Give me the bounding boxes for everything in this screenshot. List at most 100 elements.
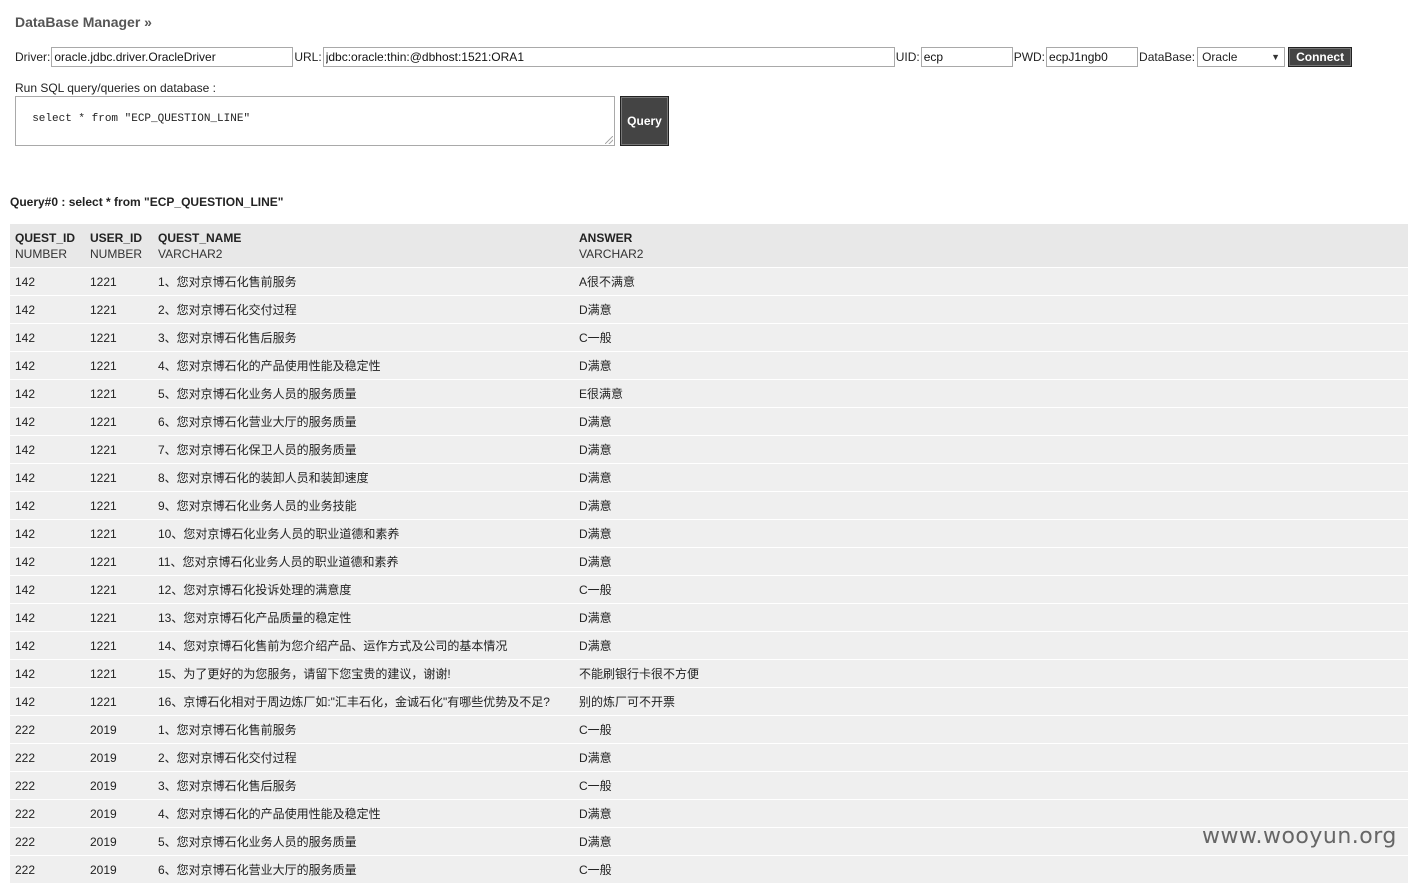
table-cell: D满意 (579, 303, 612, 317)
table-cell: 142 (15, 610, 36, 625)
database-select[interactable]: Oracle ▼ (1197, 47, 1286, 67)
table-cell: 1221 (90, 582, 117, 597)
table-row: 142 1221 4、您对京博石化的产品使用性能及稳定性 D满意 (10, 351, 1408, 379)
uid-input[interactable] (920, 47, 1013, 67)
table-cell: D满意 (579, 359, 612, 373)
table-cell: 222 (15, 806, 36, 821)
table-row: 142 1221 8、您对京博石化的装卸人员和装卸速度 D满意 (10, 463, 1408, 491)
table-row: 142 1221 13、您对京博石化产品质量的稳定性 D满意 (10, 603, 1408, 631)
table-cell: 1221 (90, 638, 117, 653)
pwd-label: PWD: (1013, 50, 1046, 64)
query-button[interactable]: Query (620, 96, 669, 146)
dropdown-arrow-icon: ▼ (1271, 52, 1281, 62)
table-cell: D满意 (579, 471, 612, 485)
table-cell: 9、您对京博石化业务人员的业务技能 (158, 499, 357, 513)
table-cell: 1、您对京博石化售前服务 (158, 723, 297, 737)
table-body: 142 1221 1、您对京博石化售前服务 A很不满意 142 1221 2、您对京博石化交… (10, 267, 1408, 883)
table-cell: C一般 (579, 779, 612, 793)
table-row: 142 1221 15、为了更好的为您服务，请留下您宝贵的建议，谢谢! 不能刷银行卡很… (10, 659, 1408, 687)
connect-button[interactable]: Connect (1288, 47, 1353, 67)
table-cell: 222 (15, 862, 36, 877)
table-cell: 15、为了更好的为您服务，请留下您宝贵的建议，谢谢! (158, 667, 451, 681)
table-cell: 222 (15, 834, 36, 849)
table-cell: 142 (15, 666, 36, 681)
table-cell: 142 (15, 442, 36, 457)
table-cell: 1221 (90, 274, 117, 289)
table-cell: 142 (15, 302, 36, 317)
driver-label: Driver: (15, 50, 51, 64)
table-cell: 222 (15, 750, 36, 765)
column-header: ANSWER VARCHAR2 (579, 230, 644, 261)
table-cell: 13、您对京博石化产品质量的稳定性 (158, 611, 352, 625)
table-cell: 1221 (90, 694, 117, 709)
table-cell: 11、您对京博石化业务人员的职业道德和素养 (158, 555, 399, 569)
table-cell: 2019 (90, 722, 117, 737)
table-cell: D满意 (579, 443, 612, 457)
table-cell: 1221 (90, 526, 117, 541)
table-row: 142 1221 12、您对京博石化投诉处理的满意度 C一般 (10, 575, 1408, 603)
table-cell: 2019 (90, 750, 117, 765)
column-header: QUEST_ID NUMBER (15, 230, 76, 261)
table-cell: 1221 (90, 442, 117, 457)
pwd-input[interactable] (1046, 47, 1139, 67)
table-cell: D满意 (579, 527, 612, 541)
driver-input[interactable] (51, 47, 294, 67)
column-header: USER_ID NUMBER (90, 230, 143, 261)
table-cell: 4、您对京博石化的产品使用性能及稳定性 (158, 359, 381, 373)
table-cell: 1221 (90, 610, 117, 625)
table-row: 142 1221 1、您对京博石化售前服务 A很不满意 (10, 267, 1408, 295)
table-cell: E很满意 (579, 387, 624, 401)
table-cell: C一般 (579, 863, 612, 877)
table-cell: A很不满意 (579, 275, 636, 289)
table-cell: 142 (15, 638, 36, 653)
table-cell: 142 (15, 694, 36, 709)
database-label: DataBase: (1139, 50, 1196, 64)
table-row: 222 2019 1、您对京博石化售前服务 C一般 (10, 715, 1408, 743)
table-cell: 222 (15, 778, 36, 793)
table-row: 222 2019 4、您对京博石化的产品使用性能及稳定性 D满意 (10, 799, 1408, 827)
sql-text: select * from "ECP_QUESTION_LINE" (32, 113, 251, 125)
table-cell: 142 (15, 358, 36, 373)
table-cell: 2、您对京博石化交付过程 (158, 751, 297, 765)
table-row: 222 2019 6、您对京博石化营业大厅的服务质量 C一般 (10, 855, 1408, 883)
table-cell: D满意 (579, 415, 612, 429)
table-cell: 1221 (90, 330, 117, 345)
table-cell: 1221 (90, 470, 117, 485)
database-select-value: Oracle (1202, 50, 1238, 64)
table-cell: 别的炼厂可不开票 (579, 695, 676, 709)
table-cell: 142 (15, 330, 36, 345)
page-title: DataBase Manager » (15, 14, 152, 30)
table-cell: 142 (15, 554, 36, 569)
table-cell: 1221 (90, 666, 117, 681)
uid-label: UID: (895, 50, 920, 64)
table-cell: 8、您对京博石化的装卸人员和装卸速度 (158, 471, 369, 485)
connection-bar: Driver: URL: UID: PWD: DataBase: Oracle … (15, 46, 1353, 68)
table-cell: 5、您对京博石化业务人员的服务质量 (158, 835, 357, 849)
table-cell: 142 (15, 414, 36, 429)
table-cell: 1221 (90, 302, 117, 317)
table-cell: 4、您对京博石化的产品使用性能及稳定性 (158, 807, 381, 821)
resize-grip-icon[interactable] (605, 136, 613, 144)
table-row: 142 1221 16、京博石化相对于周边炼厂如:"汇丰石化，金诚石化"有哪些优势及… (10, 687, 1408, 715)
table-cell: D满意 (579, 807, 612, 821)
table-cell: 1、您对京博石化售前服务 (158, 275, 297, 289)
table-cell: D满意 (579, 499, 612, 513)
table-cell: 142 (15, 498, 36, 513)
sql-textarea[interactable]: select * from "ECP_QUESTION_LINE" (15, 96, 615, 146)
table-row: 142 1221 7、您对京博石化保卫人员的服务质量 D满意 (10, 435, 1408, 463)
table-cell: 142 (15, 274, 36, 289)
table-cell: D满意 (579, 555, 612, 569)
sql-label: Run SQL query/queries on database : (15, 81, 217, 95)
table-cell: 10、您对京博石化业务人员的职业道德和素养 (158, 527, 400, 541)
table-cell: 2019 (90, 778, 117, 793)
table-cell: 7、您对京博石化保卫人员的服务质量 (158, 443, 357, 457)
table-row: 222 2019 3、您对京博石化售后服务 C一般 (10, 771, 1408, 799)
table-cell: 5、您对京博石化业务人员的服务质量 (158, 387, 357, 401)
table-row: 142 1221 5、您对京博石化业务人员的服务质量 E很满意 (10, 379, 1408, 407)
url-input[interactable] (322, 47, 895, 67)
column-header: QUEST_NAME VARCHAR2 (158, 230, 242, 261)
table-cell: 142 (15, 526, 36, 541)
table-cell: 1221 (90, 386, 117, 401)
table-row: 222 2019 5、您对京博石化业务人员的服务质量 D满意 (10, 827, 1408, 855)
table-cell: 14、您对京博石化售前为您介绍产品、运作方式及公司的基本情况 (158, 639, 508, 653)
